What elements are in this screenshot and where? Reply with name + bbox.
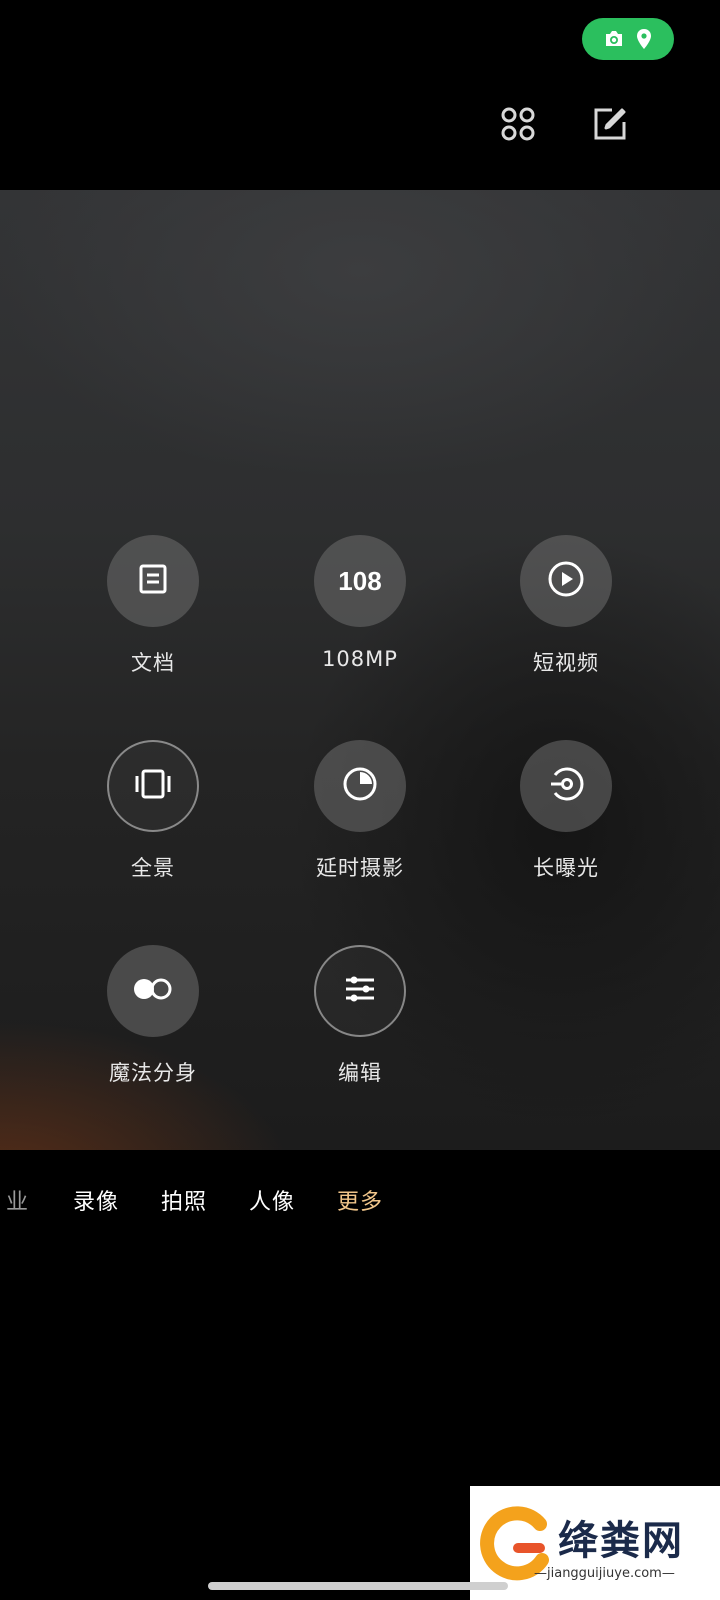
watermark-url: —jiangguijiuye.com— xyxy=(534,1566,675,1581)
mode-short-video-button[interactable] xyxy=(520,535,612,627)
mode-label: 长曝光 xyxy=(533,856,599,880)
mode-108mp-button[interactable]: 108 xyxy=(314,535,406,627)
mode-short-video[interactable]: 短视频 xyxy=(466,535,666,677)
timelapse-icon xyxy=(341,765,379,807)
mode-clone-button[interactable] xyxy=(107,945,199,1037)
mode-label: 延时摄影 xyxy=(316,856,404,880)
mode-timelapse-button[interactable] xyxy=(314,740,406,832)
mode-long-exposure[interactable]: 长曝光 xyxy=(466,740,666,882)
mode-label: 108MP xyxy=(322,647,398,671)
mode-label: 编辑 xyxy=(338,1061,382,1085)
mode-label: 文档 xyxy=(131,651,175,675)
tab-photo[interactable]: 拍照 xyxy=(161,1184,207,1216)
tab-portrait[interactable]: 人像 xyxy=(249,1184,295,1216)
privacy-indicator-pill[interactable] xyxy=(582,18,674,60)
grid-icon xyxy=(500,106,536,146)
watermark-title: 绛粪网 xyxy=(558,1517,684,1564)
108-icon: 108 xyxy=(338,565,382,596)
play-icon xyxy=(547,560,585,602)
camera-mode-bar: 业 录像 拍照 人像 更多 xyxy=(0,1170,720,1230)
mode-label: 魔法分身 xyxy=(109,1061,197,1085)
mode-panorama-button[interactable] xyxy=(107,740,199,832)
mode-long-exposure-button[interactable] xyxy=(520,740,612,832)
edit-icon xyxy=(592,106,628,146)
tab-more[interactable]: 更多 xyxy=(337,1184,383,1216)
sliders-icon xyxy=(343,973,377,1009)
watermark: 绛粪网 —jiangguijiuye.com— xyxy=(470,1486,720,1600)
clone-icon xyxy=(131,975,175,1007)
panorama-icon xyxy=(134,767,172,805)
mode-label: 短视频 xyxy=(533,651,599,675)
location-pin-icon xyxy=(635,28,653,50)
mode-108mp[interactable]: 108 108MP xyxy=(260,535,460,671)
tab-pro[interactable]: 业 xyxy=(6,1184,29,1216)
mode-document-button[interactable] xyxy=(107,535,199,627)
edit-button[interactable] xyxy=(588,104,632,148)
document-icon xyxy=(136,562,170,600)
mode-clone[interactable]: 魔法分身 xyxy=(53,945,253,1087)
grid-button[interactable] xyxy=(496,104,540,148)
home-indicator[interactable] xyxy=(208,1582,508,1590)
camera-screen: 文档 108 108MP 短视频 全景 延时摄影 长曝光 魔法分身 编辑 业 录… xyxy=(0,0,720,1600)
camera-icon xyxy=(603,29,625,49)
mode-edit[interactable]: 编辑 xyxy=(260,945,460,1087)
mode-edit-button[interactable] xyxy=(314,945,406,1037)
viewfinder: 文档 108 108MP 短视频 全景 延时摄影 长曝光 魔法分身 编辑 xyxy=(0,190,720,1150)
mode-timelapse[interactable]: 延时摄影 xyxy=(260,740,460,882)
mode-label: 全景 xyxy=(131,856,175,880)
tab-video[interactable]: 录像 xyxy=(73,1184,119,1216)
long-exposure-icon xyxy=(547,765,585,807)
mode-panorama[interactable]: 全景 xyxy=(53,740,253,882)
mode-document[interactable]: 文档 xyxy=(53,535,253,677)
